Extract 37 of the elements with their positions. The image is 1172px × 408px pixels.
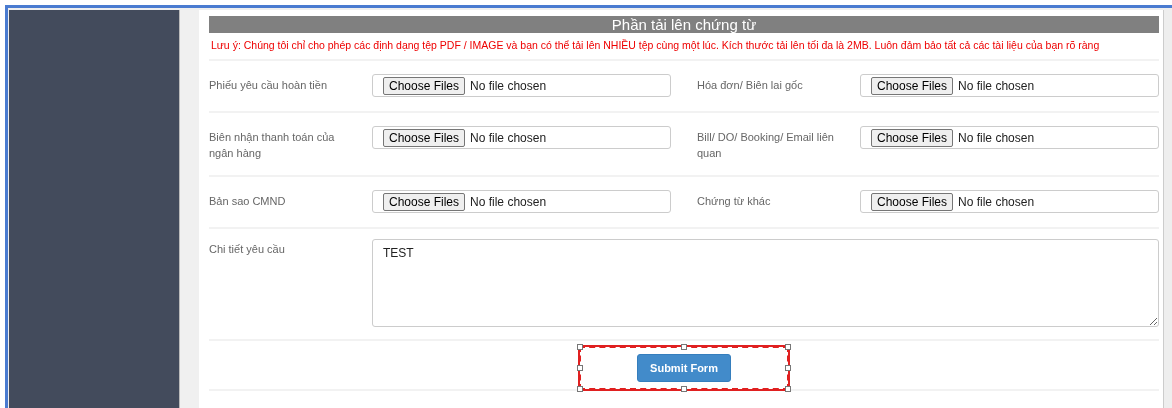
resize-handle[interactable] (577, 386, 583, 392)
choose-files-button[interactable]: Choose Files (871, 128, 954, 147)
details-field[interactable]: TEST (372, 239, 1159, 327)
file-input[interactable]: Choose Files No file chosen (860, 74, 1159, 97)
section-title: Phần tải lên chứng từ (209, 16, 1159, 33)
choose-files-button[interactable]: Choose Files (383, 128, 466, 147)
field-label: Biên nhận thanh toán của ngân hàng (209, 130, 336, 161)
file-status: No file chosen (958, 78, 1035, 93)
choose-files-button[interactable]: Choose Files (383, 192, 466, 211)
file-status: No file chosen (470, 130, 547, 145)
resize-handle[interactable] (785, 386, 791, 392)
field-label: Bill/ DO/ Booking/ Email liên quan (697, 130, 835, 161)
choose-files-button[interactable]: Choose Files (871, 192, 954, 211)
file-input[interactable]: Choose Files No file chosen (860, 126, 1159, 149)
resize-handle[interactable] (785, 344, 791, 350)
submit-button[interactable]: Submit Form (637, 354, 731, 382)
field-label: Chứng từ khác (697, 194, 772, 209)
resize-handle[interactable] (577, 344, 583, 350)
file-input[interactable]: Choose Files No file chosen (372, 190, 671, 213)
field-label: Bản sao CMND (209, 194, 287, 209)
choose-files-button[interactable]: Choose Files (871, 76, 954, 95)
resize-handle[interactable] (577, 365, 583, 371)
file-status: No file chosen (958, 194, 1035, 209)
resize-handle[interactable] (681, 344, 687, 350)
choose-files-button[interactable]: Choose Files (383, 76, 466, 95)
file-input[interactable]: Choose Files No file chosen (372, 126, 671, 149)
resize-handle[interactable] (681, 386, 687, 392)
field-label: Chi tiết yêu cầu (209, 242, 286, 257)
file-status: No file chosen (958, 130, 1035, 145)
field-label: Phiếu yêu cầu hoàn tiền (209, 78, 329, 93)
file-input[interactable]: Choose Files No file chosen (860, 190, 1159, 213)
upload-note: Lưu ý: Chúng tôi chỉ cho phép các định dạng tệp PDF / IMAGE và bạn có thể tải lên NHIỀU tệp cùng một lúc. Kích thước tải lên tối đa là 2MB. Luôn đảm bảo tất cả các tài liệu của bạn rõ ràng (210, 38, 1101, 53)
field-label: Hóa đơn/ Biên lai gốc (697, 78, 804, 93)
resize-handle[interactable] (785, 365, 791, 371)
file-input[interactable]: Choose Files No file chosen (372, 74, 671, 97)
file-status: No file chosen (470, 78, 547, 93)
file-status: No file chosen (470, 194, 547, 209)
